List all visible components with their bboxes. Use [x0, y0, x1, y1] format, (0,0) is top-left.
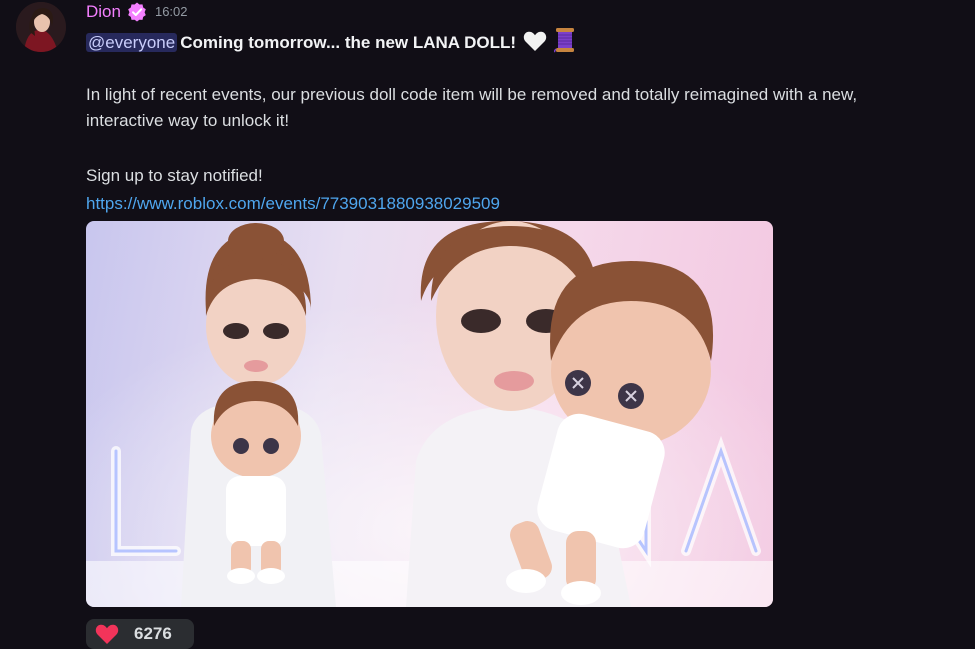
author-name[interactable]: Dion — [86, 0, 121, 24]
avatar-portrait-icon — [16, 2, 66, 52]
headline-text: Coming tomorrow... the new LANA DOLL! — [180, 33, 517, 52]
red-heart-icon — [95, 624, 119, 644]
verified-badge-icon — [128, 2, 146, 22]
message-cta-text: Sign up to stay notified! — [86, 166, 263, 185]
message-headline-line: @everyone Coming tomorrow... the new LANA… — [86, 27, 576, 55]
reaction-count: 6276 — [134, 624, 172, 643]
author-avatar[interactable] — [16, 2, 66, 52]
lana-doll-artwork — [86, 221, 773, 607]
reaction-heart[interactable]: 6276 — [86, 619, 194, 649]
message-timestamp: 16:02 — [154, 4, 188, 19]
thread-spool-icon — [553, 28, 574, 53]
message-paragraph-line-1: In light of recent events, our previous … — [86, 85, 858, 104]
everyone-mention[interactable]: @everyone — [86, 33, 178, 52]
promo-image[interactable] — [86, 221, 773, 607]
message-paragraph-line-2: interactive way to unlock it! — [86, 111, 290, 130]
message-header: Dion 16:02 — [86, 0, 188, 24]
chat-message: Dion 16:02 @everyone Coming tomorrow... t… — [0, 0, 975, 649]
event-link[interactable]: https://www.roblox.com/events/7739031880… — [86, 192, 500, 216]
white-heart-icon — [523, 31, 547, 51]
